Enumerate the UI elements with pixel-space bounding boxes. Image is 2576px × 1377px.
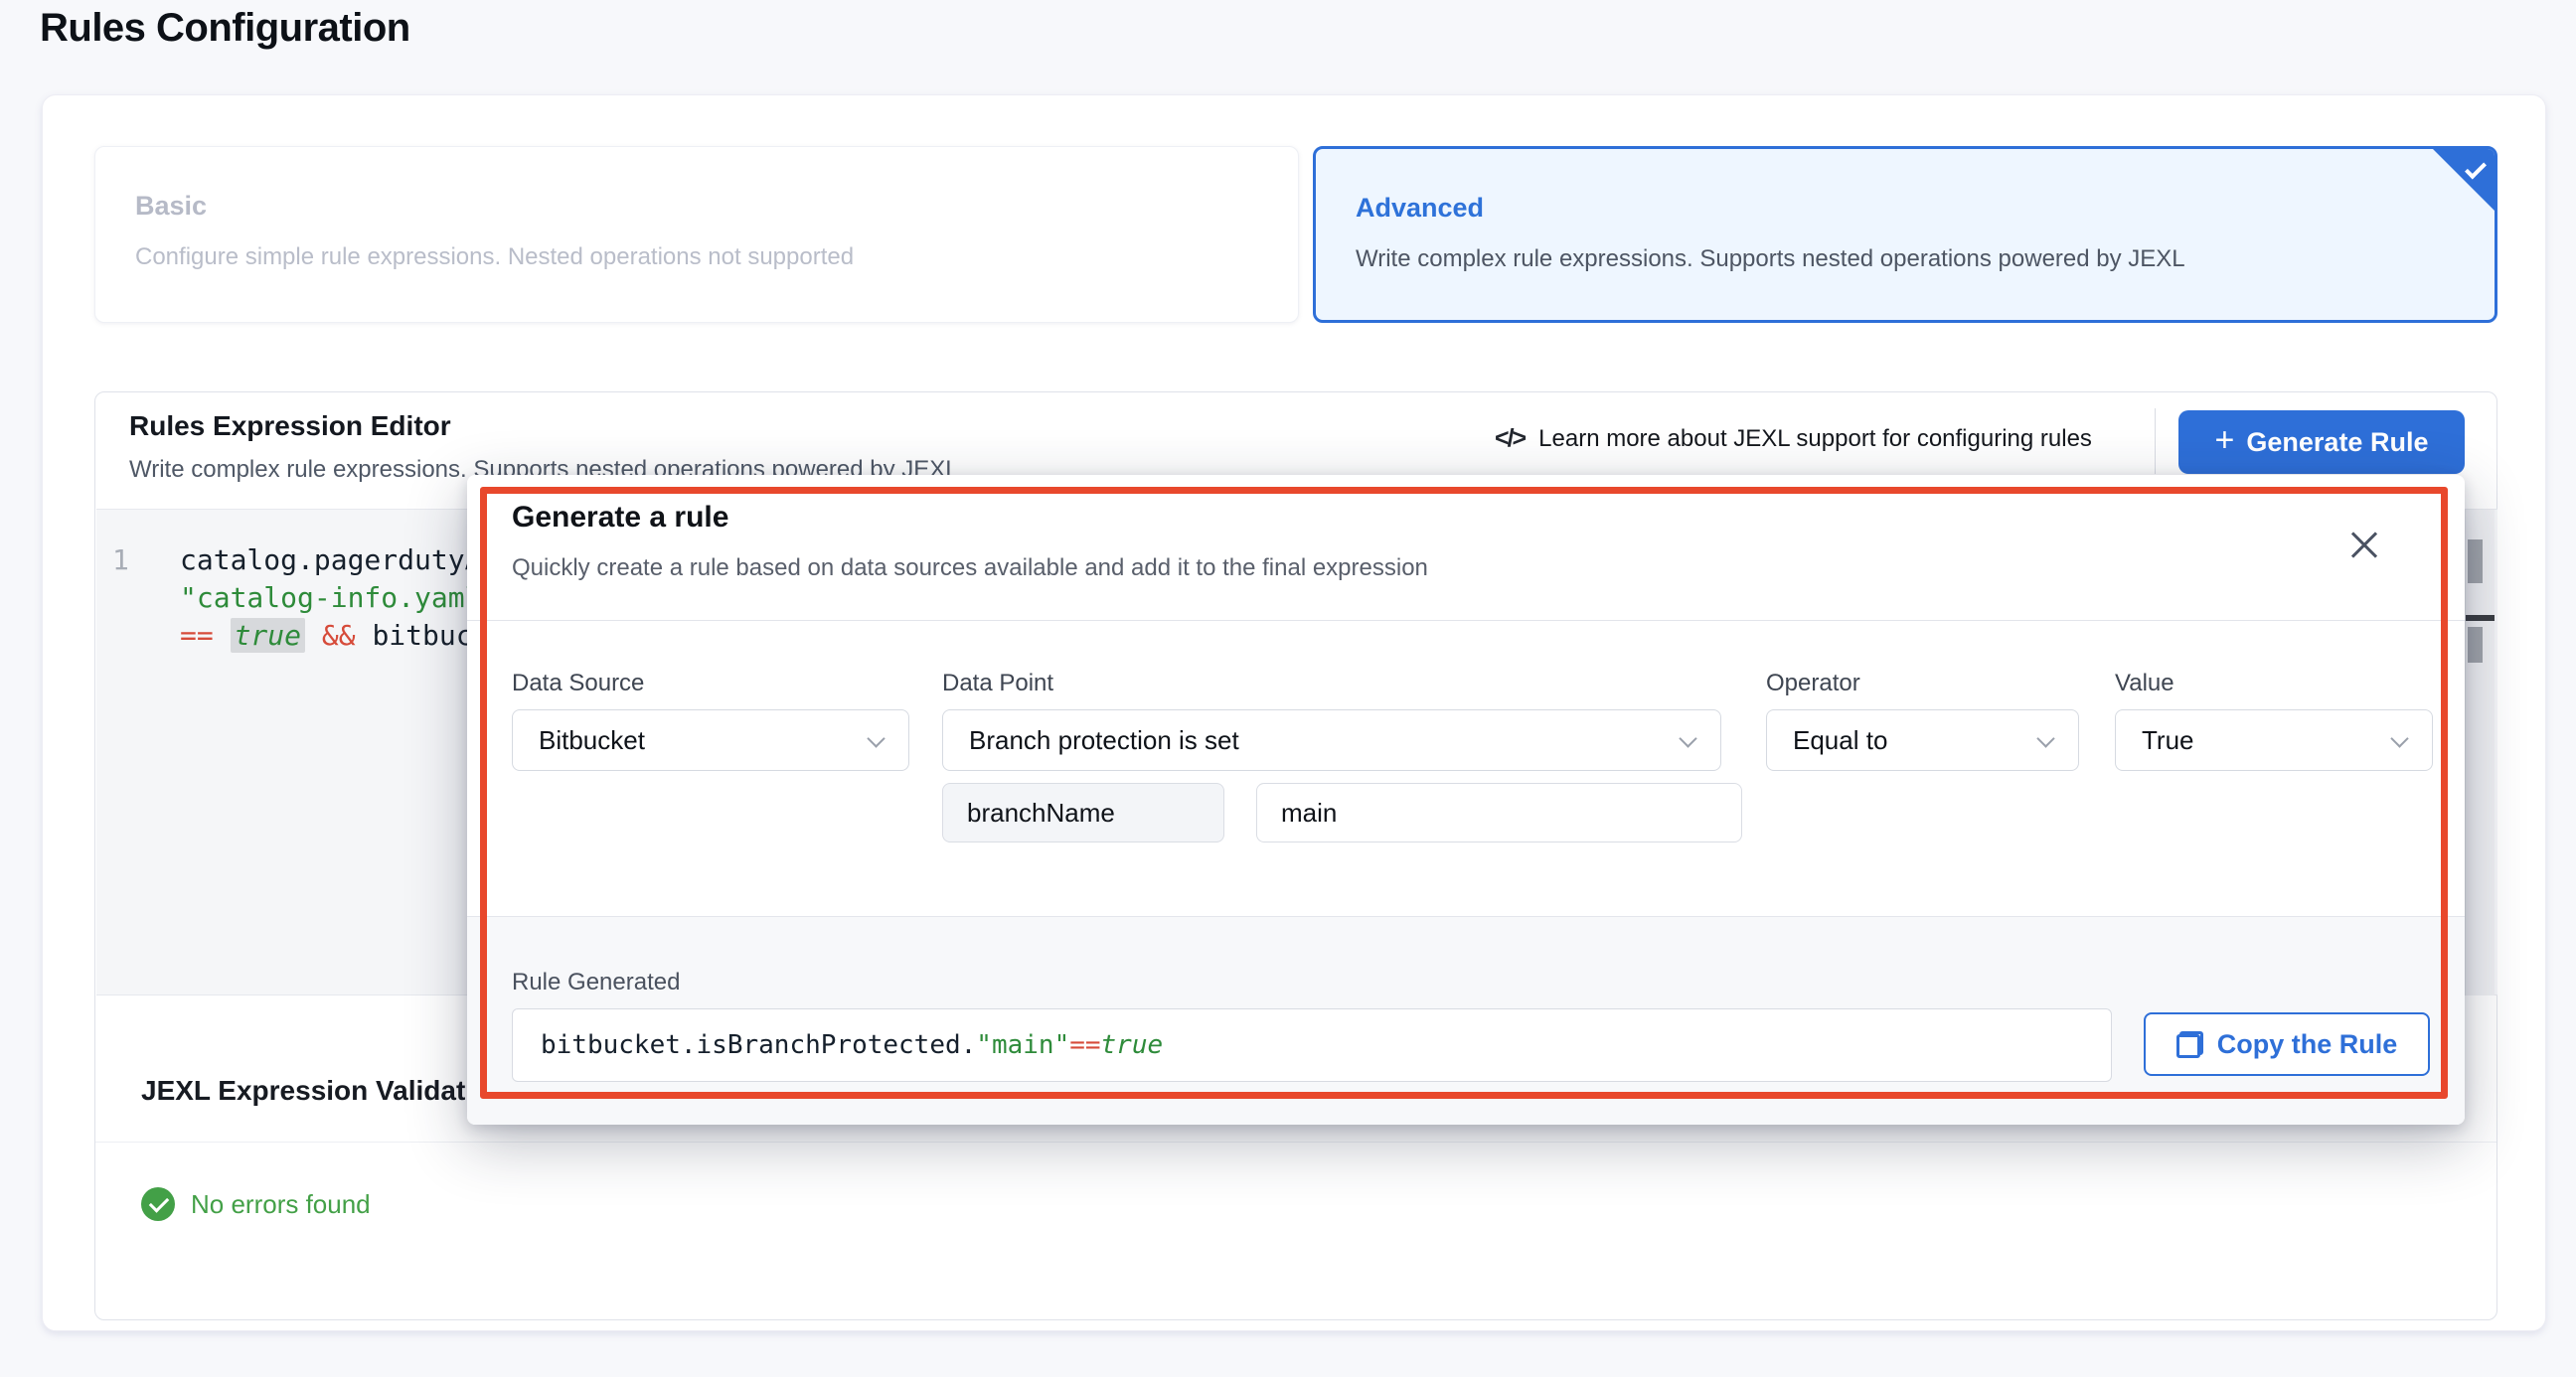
header-divider	[2155, 408, 2156, 474]
generated-rule-output: bitbucket.isBranchProtected."main" == tr…	[512, 1008, 2112, 1082]
data-point-value: Branch protection is set	[969, 725, 1239, 756]
operator-value: Equal to	[1793, 725, 1887, 756]
rule-generated-section: Rule Generated bitbucket.isBranchProtect…	[467, 916, 2465, 1125]
code-line-2: "catalog-info.yaml	[180, 579, 489, 617]
tab-advanced[interactable]: Advanced Write complex rule expressions.…	[1313, 146, 2497, 323]
advanced-tab-title: Advanced	[1356, 193, 2455, 224]
jexl-docs-link[interactable]: </> Learn more about JEXL support for co…	[1495, 424, 2092, 453]
rule-generated-label: Rule Generated	[512, 969, 680, 996]
line-number: 1	[112, 541, 152, 579]
data-point-label: Data Point	[942, 670, 1053, 697]
modal-subtitle: Quickly create a rule based on data sour…	[512, 554, 1428, 582]
param-value-field[interactable]	[1256, 783, 1742, 842]
basic-tab-description: Configure simple rule expressions. Neste…	[135, 243, 1258, 271]
plus-icon: +	[2215, 421, 2235, 460]
editor-title: Rules Expression Editor	[129, 410, 451, 442]
validation-status-text: No errors found	[191, 1189, 371, 1220]
code-icon: </>	[1495, 424, 1525, 453]
success-check-icon	[141, 1187, 175, 1221]
code-line-1: catalog.pagerdutyA	[180, 541, 489, 579]
chevron-down-icon	[1679, 729, 1696, 747]
data-point-select[interactable]: Branch protection is set	[942, 709, 1721, 771]
code-line-3: == true && bitbuck	[180, 617, 489, 655]
data-source-value: Bitbucket	[539, 725, 645, 756]
copy-rule-button[interactable]: Copy the Rule	[2144, 1012, 2430, 1076]
validation-status-row: No errors found	[141, 1187, 371, 1221]
operator-label: Operator	[1766, 670, 1860, 697]
scrollbar-thumb[interactable]	[2468, 539, 2483, 583]
page-title: Rules Configuration	[40, 6, 410, 51]
chevron-down-icon	[867, 729, 885, 747]
value-label: Value	[2115, 670, 2174, 697]
validation-divider	[95, 1142, 2496, 1143]
value-select[interactable]: True	[2115, 709, 2433, 771]
data-source-select[interactable]: Bitbucket	[512, 709, 909, 771]
validation-title: JEXL Expression Validation	[141, 1075, 507, 1107]
editor-scrollbar[interactable]	[2465, 510, 2495, 995]
generate-rule-button-label: Generate Rule	[2246, 427, 2428, 458]
jexl-docs-link-label: Learn more about JEXL support for config…	[1538, 425, 2092, 453]
generate-rule-modal: Generate a rule Quickly create a rule ba…	[467, 475, 2465, 1125]
modal-header-divider	[467, 620, 2465, 621]
param-name-field[interactable]	[942, 783, 1224, 842]
expression-code: catalog.pagerdutyA"catalog-info.yaml== t…	[180, 541, 489, 655]
scrollbar-thumb[interactable]	[2468, 627, 2483, 663]
basic-tab-title: Basic	[135, 191, 1258, 222]
copy-icon	[2176, 1031, 2203, 1058]
chevron-down-icon	[2390, 729, 2408, 747]
generate-rule-button[interactable]: + Generate Rule	[2178, 410, 2465, 474]
operator-select[interactable]: Equal to	[1766, 709, 2079, 771]
close-icon[interactable]	[2349, 531, 2379, 560]
scrollbar-marker	[2466, 615, 2495, 621]
rules-configuration-page: Rules Configuration Basic Configure simp…	[0, 0, 2576, 1377]
value-value: True	[2142, 725, 2194, 756]
copy-rule-button-label: Copy the Rule	[2217, 1029, 2398, 1060]
advanced-tab-description: Write complex rule expressions. Supports…	[1356, 245, 2455, 273]
chevron-down-icon	[2036, 729, 2054, 747]
data-source-label: Data Source	[512, 670, 644, 697]
modal-title: Generate a rule	[512, 501, 728, 535]
tab-basic[interactable]: Basic Configure simple rule expressions.…	[94, 146, 1299, 323]
